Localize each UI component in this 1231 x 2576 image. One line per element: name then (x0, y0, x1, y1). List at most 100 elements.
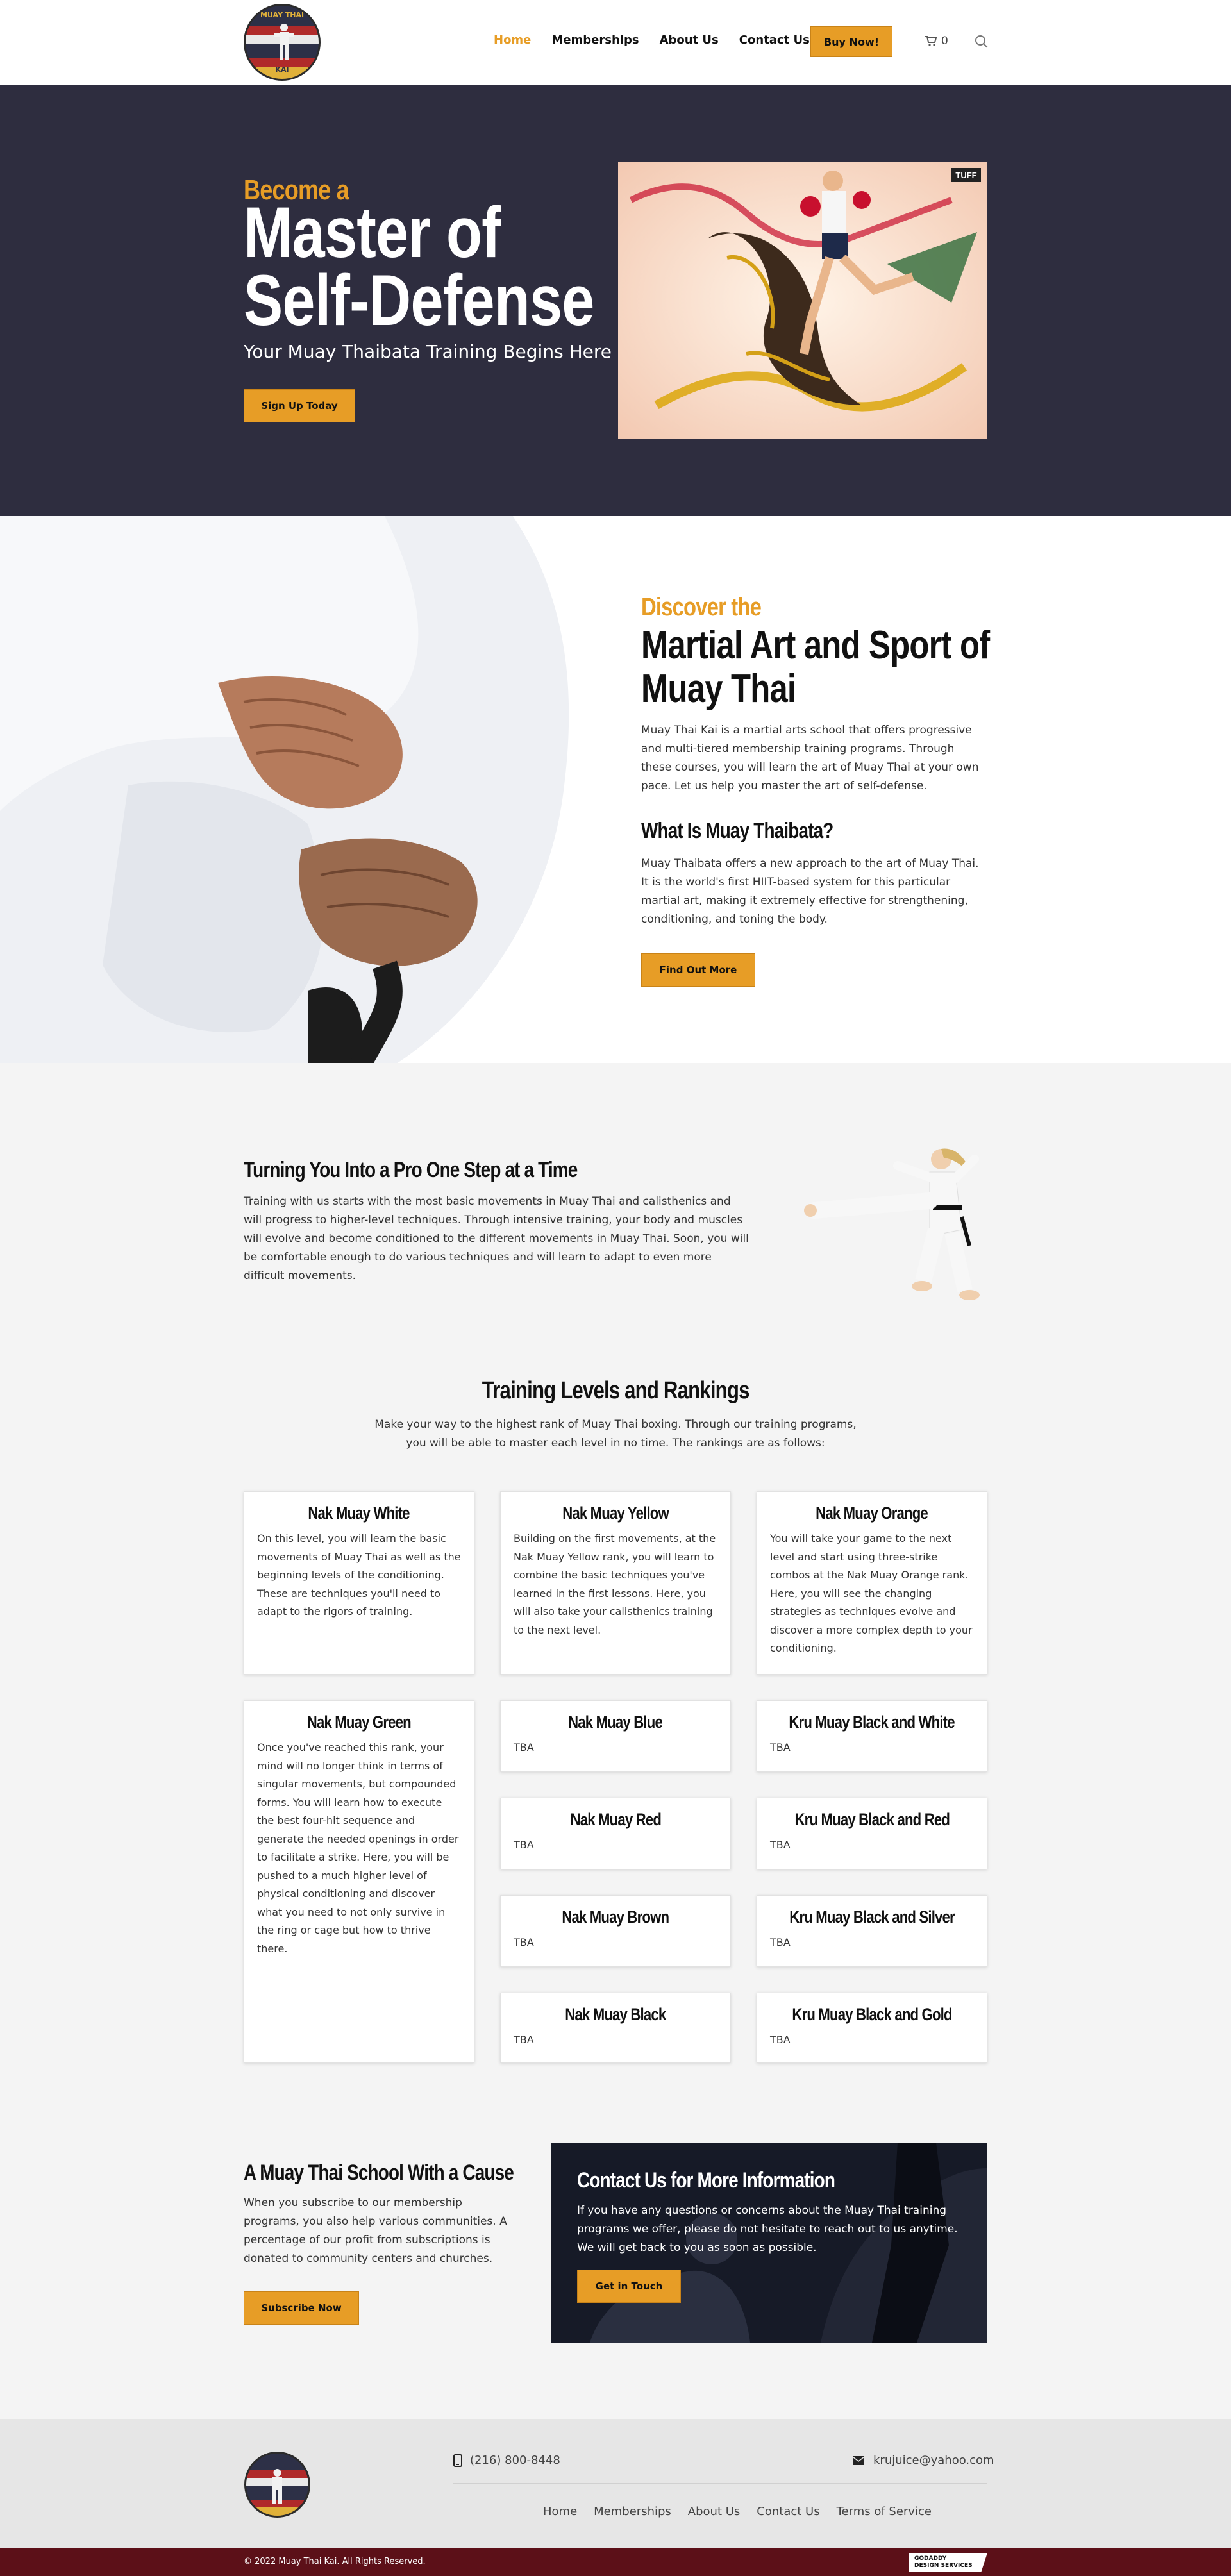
search-icon[interactable] (975, 35, 989, 49)
footer-email-text: krujuice@yahoo.com (873, 2454, 994, 2467)
level-card-title: Kru Muay Black and White (789, 1712, 955, 1732)
envelope-icon (853, 2455, 864, 2465)
level-card-title: Nak Muay Blue (568, 1712, 664, 1732)
level-card-title: Kru Muay Black and Red (794, 1810, 950, 1829)
nav-home[interactable]: Home (494, 33, 531, 47)
level-card-yellow: Nak Muay Yellow Building on the first mo… (500, 1491, 731, 1675)
about-kicker: Discover the (641, 593, 762, 621)
level-card-text: TBA (514, 1741, 534, 1753)
levels-intro: Make your way to the highest rank of Mua… (374, 1418, 857, 1450)
nav-memberships[interactable]: Memberships (551, 33, 639, 47)
badge-line-1: GODADDY (914, 2555, 947, 2562)
level-card-blue: Nak Muay Blue TBA (500, 1700, 731, 1772)
level-card-text: TBA (770, 1839, 791, 1851)
level-card-orange: Nak Muay Orange You will take your game … (757, 1491, 987, 1675)
buy-now-button[interactable]: Buy Now! (810, 26, 892, 57)
level-card-title: Kru Muay Black and Gold (792, 2005, 952, 2024)
level-card-title: Nak Muay Brown (562, 1907, 670, 1927)
levels-heading: Training Levels and Rankings (482, 1377, 750, 1404)
level-card-text: Building on the first movements, at the … (514, 1532, 716, 1636)
footer-link-about-us[interactable]: About Us (688, 2505, 741, 2518)
site-header: MUAY THAI KAI Home Memberships About Us … (0, 0, 1231, 85)
level-card-brown: Nak Muay Brown TBA (500, 1895, 731, 1967)
badge-line-2: DESIGN SERVICES (914, 2563, 973, 2569)
footer-logo[interactable] (244, 2451, 311, 2518)
level-card-black-silver: Kru Muay Black and Silver TBA (757, 1895, 987, 1967)
level-card-text: Once you've reached this rank, your mind… (257, 1741, 459, 1955)
level-card-black: Nak Muay Black TBA (500, 1993, 731, 2063)
nav-contact-us[interactable]: Contact Us (739, 33, 810, 47)
get-in-touch-button[interactable]: Get in Touch (577, 2270, 681, 2303)
hero-section: Become a Master of Self-Defense Your Mua… (0, 85, 1231, 516)
logo-text-bottom: KAI (275, 65, 289, 74)
cart-link[interactable]: 0 (925, 35, 948, 47)
footer-phone-text: (216) 800-8448 (470, 2454, 560, 2467)
level-card-title: Nak Muay Black (565, 2005, 666, 2024)
copyright-text: © 2022 Muay Thai Kai. All Rights Reserve… (244, 2557, 426, 2566)
logo-text-top: MUAY THAI (260, 11, 305, 19)
about-section: Discover the Martial Art and Sport of Mu… (0, 516, 1231, 1069)
footer-link-contact-us[interactable]: Contact Us (757, 2505, 819, 2518)
about-title-line2: Muay Thai (641, 667, 796, 711)
level-card-text: TBA (514, 1936, 534, 1948)
hero-subtitle: Your Muay Thaibata Training Begins Here (244, 341, 612, 362)
footer-nav: Home Memberships About Us Contact Us Ter… (543, 2505, 932, 2518)
level-card-text: TBA (770, 1936, 791, 1948)
level-card-text: TBA (514, 2034, 534, 2046)
main-nav: Home Memberships About Us Contact Us (494, 33, 830, 47)
level-card-white: Nak Muay White On this level, you will l… (244, 1491, 474, 1675)
footer-link-home[interactable]: Home (543, 2505, 577, 2518)
about-subheading: What Is Muay Thaibata? (641, 819, 833, 843)
contact-panel: Contact Us for More Information If you h… (551, 2143, 987, 2343)
level-card-text: TBA (770, 1741, 791, 1753)
hero-title-line1: Master of (244, 192, 501, 272)
footer-email[interactable]: krujuice@yahoo.com (853, 2454, 994, 2467)
hero-title: Master of Self-Defense (244, 192, 594, 340)
level-card-title: Kru Muay Black and Silver (789, 1907, 955, 1927)
footer-link-memberships[interactable]: Memberships (594, 2505, 671, 2518)
cause-paragraph: When you subscribe to our membership pro… (244, 2196, 507, 2265)
kicking-fighter-illustration (804, 1148, 980, 1300)
hero-title-line2: Self-Defense (244, 260, 594, 340)
about-paragraph: Muay Thai Kai is a martial arts school t… (641, 724, 979, 792)
contact-paragraph: If you have any questions or concerns ab… (577, 2204, 958, 2254)
cart-count: 0 (941, 35, 948, 47)
hero-image: TUFF (618, 162, 987, 439)
level-card-title: Nak Muay Orange (816, 1503, 929, 1523)
footer-divider (453, 2483, 987, 2484)
site-logo[interactable]: MUAY THAI KAI (244, 4, 321, 81)
level-card-black-gold: Kru Muay Black and Gold TBA (757, 1993, 987, 2063)
nav-about-us[interactable]: About Us (660, 33, 719, 47)
cart-icon (925, 36, 937, 46)
cause-heading: A Muay Thai School With a Cause (244, 2161, 514, 2185)
kick-image (801, 1140, 987, 1307)
about-title: Martial Art and Sport of Muay Thai (641, 623, 990, 711)
find-out-more-button[interactable]: Find Out More (641, 953, 755, 987)
contact-heading: Contact Us for More Information (577, 2168, 835, 2193)
training-heading: Turning You Into a Pro One Step at a Tim… (244, 1158, 578, 1182)
gi-fists-illustration (0, 516, 577, 1069)
fighter-icon (274, 24, 294, 60)
karate-fists-image (0, 516, 577, 1069)
level-card-text: TBA (770, 2034, 791, 2046)
godaddy-badge[interactable]: GODADDY DESIGN SERVICES (909, 2553, 987, 2572)
level-card-green: Nak Muay Green Once you've reached this … (244, 1700, 474, 2063)
level-card-red: Nak Muay Red TBA (500, 1798, 731, 1869)
level-card-title: Nak Muay Green (306, 1712, 412, 1732)
subscribe-now-button[interactable]: Subscribe Now (244, 2291, 359, 2325)
sign-up-button[interactable]: Sign Up Today (244, 389, 355, 422)
level-card-title: Nak Muay Red (570, 1810, 661, 1829)
training-paragraph: Training with us starts with the most ba… (244, 1195, 749, 1282)
about-title-line1: Martial Art and Sport of (641, 623, 990, 667)
level-card-text: On this level, you will learn the basic … (257, 1532, 461, 1618)
svg-text:TUFF: TUFF (955, 171, 976, 180)
footer-link-terms[interactable]: Terms of Service (837, 2505, 932, 2518)
copyright-bar: © 2022 Muay Thai Kai. All Rights Reserve… (0, 2548, 1231, 2576)
site-footer: (216) 800-8448 krujuice@yahoo.com Home M… (0, 2419, 1231, 2548)
level-card-title: Nak Muay Yellow (562, 1503, 669, 1523)
training-section: Turning You Into a Pro One Step at a Tim… (0, 1063, 1231, 2419)
footer-phone[interactable]: (216) 800-8448 (453, 2454, 560, 2467)
level-card-text: You will take your game to the next leve… (770, 1532, 973, 1654)
level-card-black-white: Kru Muay Black and White TBA (757, 1700, 987, 1772)
muay-thai-artwork: TUFF (618, 162, 987, 439)
